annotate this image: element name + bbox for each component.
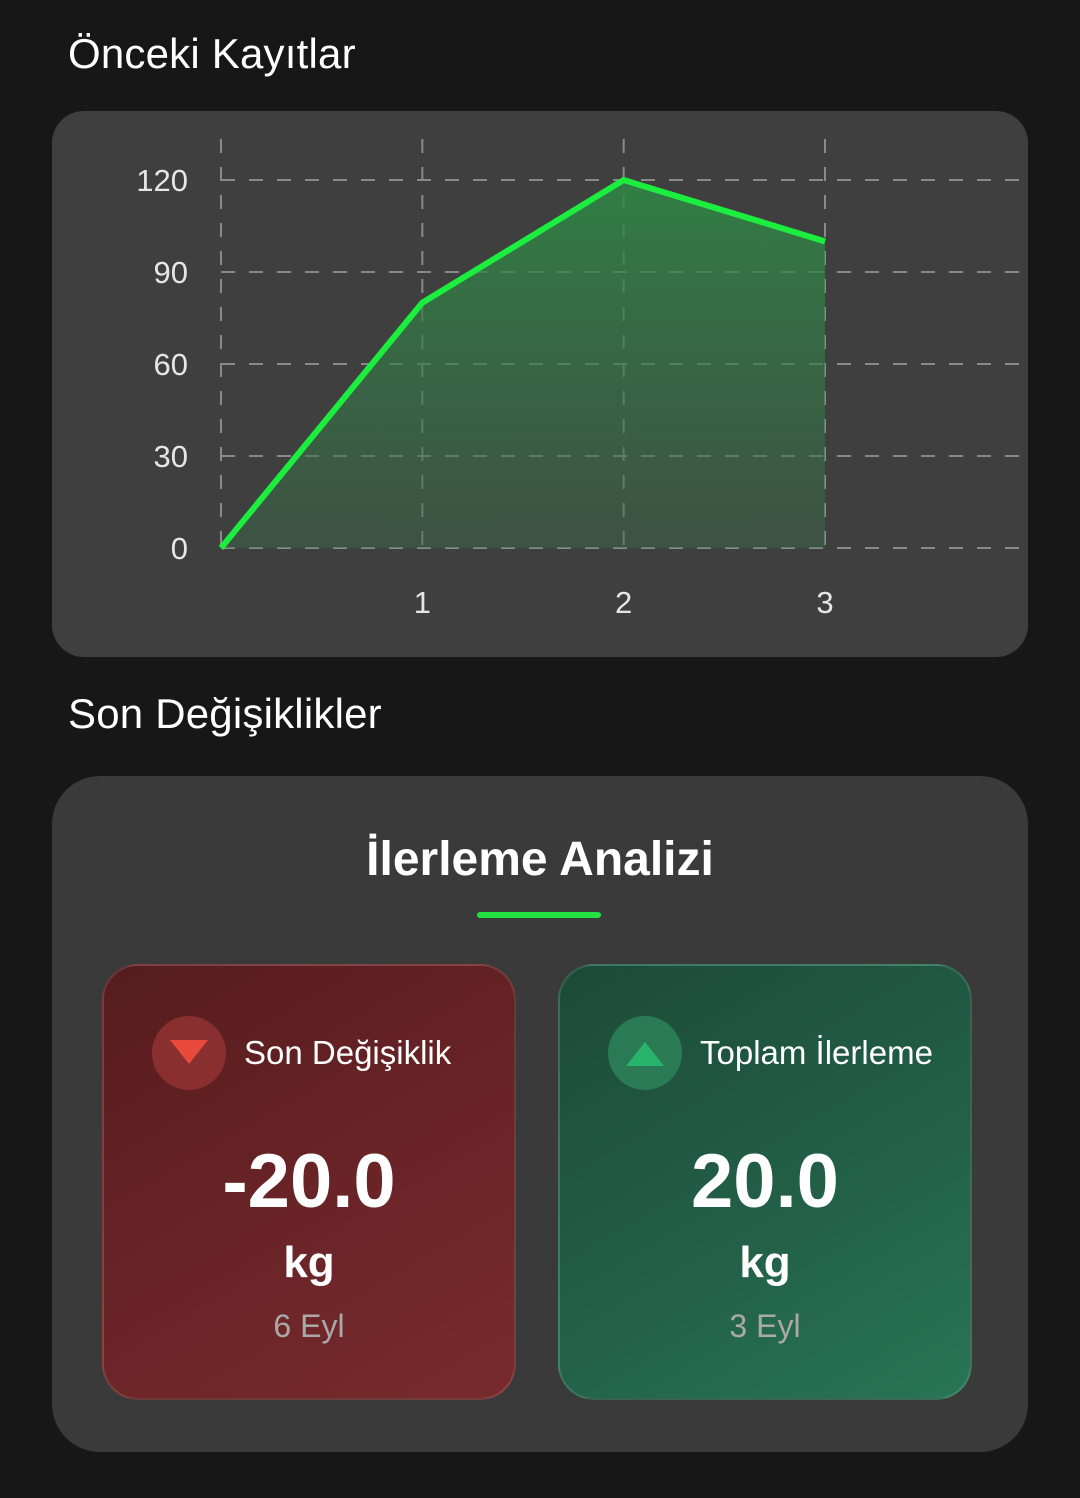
- page: Önceki Kayıtlar 0 30 60 90 120 1 2 3 Son Değişi…: [0, 0, 1080, 1498]
- last-change-unit: kg: [283, 1238, 335, 1287]
- title-underline: [477, 912, 601, 918]
- progress-chart: 0 30 60 90 120 1 2 3: [136, 139, 1024, 620]
- x-tick-label: 2: [615, 585, 632, 620]
- progress-analysis-card: İlerleme Analizi Son Değişiklik -20.0 kg…: [52, 776, 1028, 1452]
- total-progress-icon-badge: [608, 1016, 682, 1090]
- progress-chart-card: 0 30 60 90 120 1 2 3: [52, 111, 1028, 657]
- section-title-previous-records: Önceki Kayıtlar: [68, 30, 356, 77]
- y-tick-label: 90: [154, 255, 188, 290]
- last-change-date: 6 Eyl: [273, 1308, 345, 1344]
- y-tick-label: 0: [171, 531, 188, 566]
- last-change-card[interactable]: Son Değişiklik -20.0 kg 6 Eyl: [102, 964, 516, 1400]
- x-tick-label: 3: [816, 585, 833, 620]
- total-progress-value: 20.0: [691, 1139, 839, 1224]
- total-progress-header: Toplam İlerleme: [608, 1016, 933, 1090]
- triangle-up-icon: [626, 1042, 664, 1066]
- last-change-icon-badge: [152, 1016, 226, 1090]
- analysis-title: İlerleme Analizi: [366, 833, 714, 886]
- y-tick-label: 60: [154, 347, 188, 382]
- y-tick-label: 30: [154, 439, 188, 474]
- last-change-value: -20.0: [222, 1139, 396, 1224]
- triangle-down-icon: [170, 1040, 208, 1064]
- total-progress-unit: kg: [739, 1238, 791, 1287]
- total-progress-card[interactable]: Toplam İlerleme 20.0 kg 3 Eyl: [558, 964, 972, 1400]
- x-tick-label: 1: [414, 585, 431, 620]
- total-progress-label: Toplam İlerleme: [700, 1034, 933, 1071]
- section-title-recent-changes: Son Değişiklikler: [68, 690, 382, 737]
- last-change-header: Son Değişiklik: [152, 1016, 451, 1090]
- y-tick-label: 120: [136, 163, 188, 198]
- total-progress-date: 3 Eyl: [729, 1308, 801, 1344]
- last-change-label: Son Değişiklik: [244, 1034, 452, 1071]
